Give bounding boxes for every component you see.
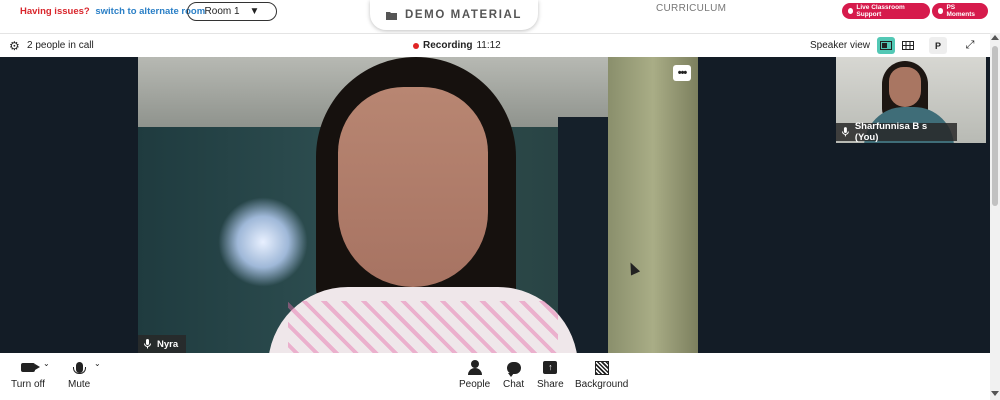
call-toolbar: Turn off ⌄ Mute ⌄ People Chat ↑ Share Ba… xyxy=(0,353,990,400)
expand-icon[interactable]: ⤢ xyxy=(961,37,979,54)
chat-label: Chat xyxy=(503,379,525,390)
more-options-button[interactable]: ••• xyxy=(673,65,691,81)
issue-text: Having issues? xyxy=(20,6,90,17)
scroll-down-icon[interactable] xyxy=(991,391,999,396)
video-background xyxy=(608,57,698,353)
camera-label: Turn off xyxy=(11,379,45,390)
people-label: People xyxy=(459,379,491,390)
recording-dot-icon xyxy=(413,42,419,49)
main-video-tile[interactable]: ••• Nyra xyxy=(138,57,698,353)
recording-indicator: Recording 11:12 xyxy=(413,40,501,51)
microphone-icon xyxy=(842,127,849,137)
video-stage: ••• Nyra Sharfunnisa B s (You) xyxy=(0,57,990,353)
speaker-view-button[interactable] xyxy=(877,37,895,54)
participant-name: Nyra xyxy=(157,338,179,350)
grid-view-button[interactable] xyxy=(899,37,917,54)
participant-video xyxy=(268,287,578,353)
video-background xyxy=(218,197,308,287)
self-video-tile[interactable]: Sharfunnisa B s (You) xyxy=(836,57,986,143)
demo-material-label: DEMO MATERIAL xyxy=(404,9,523,21)
close-circle-icon xyxy=(938,8,944,14)
curriculum-tab[interactable]: CURRICULUM xyxy=(656,3,726,14)
chat-button[interactable]: Chat xyxy=(503,359,524,390)
chat-icon xyxy=(506,361,521,377)
participant-video xyxy=(889,67,921,107)
camera-toggle-button[interactable]: Turn off xyxy=(11,359,45,390)
issue-notice: Having issues? switch to alternate room xyxy=(20,6,205,17)
mute-label: Mute xyxy=(68,379,91,390)
participant-name-tag: Nyra xyxy=(138,335,186,353)
ps-moments-button[interactable]: PS Moments xyxy=(932,3,988,19)
background-icon xyxy=(594,360,609,375)
people-count: 2 people in call xyxy=(27,40,94,51)
demo-material-tab[interactable]: DEMO MATERIAL xyxy=(370,0,538,30)
camera-icon xyxy=(20,363,40,372)
ps-moments-label: PS Moments xyxy=(946,4,975,18)
close-circle-icon xyxy=(848,8,854,14)
grid-view-icon xyxy=(902,41,914,50)
background-label: Background xyxy=(575,379,629,390)
recording-time: 11:12 xyxy=(476,40,501,51)
recording-label: Recording xyxy=(423,40,473,51)
participant-video xyxy=(338,87,488,287)
pin-button[interactable]: P xyxy=(929,37,947,54)
microphone-icon xyxy=(144,339,151,349)
view-mode-label: Speaker view xyxy=(810,40,871,51)
microphone-icon xyxy=(72,362,86,374)
call-status-bar: ⚙ 2 people in call Recording 11:12 Speak… xyxy=(0,33,990,57)
share-label: Share xyxy=(537,379,564,390)
room-select[interactable]: Room 1 ▼ xyxy=(187,2,277,21)
live-support-label: Live Classroom Support xyxy=(856,4,905,18)
self-name: Sharfunnisa B s (You) xyxy=(854,121,928,143)
audio-options-chevron-icon[interactable]: ⌄ xyxy=(94,359,101,368)
scroll-up-icon[interactable] xyxy=(991,35,999,40)
self-name-tag: Sharfunnisa B s (You) xyxy=(836,121,957,143)
mute-button[interactable]: Mute xyxy=(68,359,90,390)
people-button[interactable]: People xyxy=(459,359,490,390)
live-support-button[interactable]: Live Classroom Support xyxy=(842,3,930,19)
camera-options-chevron-icon[interactable]: ⌄ xyxy=(43,359,50,368)
background-button[interactable]: Background xyxy=(575,359,628,390)
caret-down-icon: ▼ xyxy=(249,6,260,17)
share-button[interactable]: ↑ Share xyxy=(537,359,564,390)
share-icon: ↑ xyxy=(543,361,558,374)
gear-icon[interactable]: ⚙ xyxy=(9,39,20,53)
people-icon xyxy=(467,360,482,375)
room-select-value: Room 1 xyxy=(204,6,240,17)
top-bar: Having issues? switch to alternate room … xyxy=(0,0,1000,32)
scrollbar-thumb[interactable] xyxy=(992,46,998,206)
speaker-view-icon xyxy=(880,41,892,50)
folder-icon xyxy=(385,11,397,20)
